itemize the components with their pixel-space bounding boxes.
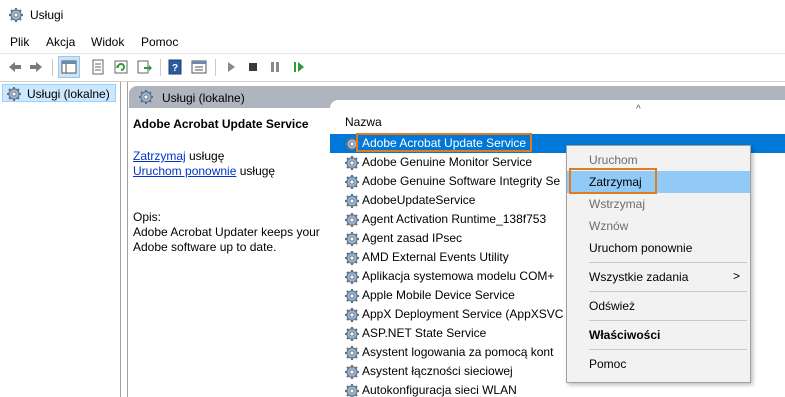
service-name: AppX Deployment Service (AppXSVC xyxy=(362,307,564,321)
menu-widok[interactable]: Widok xyxy=(91,35,124,49)
gear-icon xyxy=(344,345,360,361)
menu-item-resume[interactable]: Wznów xyxy=(567,215,750,237)
menu-item-restart[interactable]: Uruchom ponownie xyxy=(567,237,750,259)
stop-item-highlight xyxy=(569,168,657,194)
stop-icon[interactable] xyxy=(244,58,262,76)
column-header-name[interactable]: ^ Nazwa xyxy=(330,100,785,132)
toolbar-separator xyxy=(52,59,53,76)
refresh-icon[interactable] xyxy=(112,58,130,76)
restart-service-suffix: usługę xyxy=(236,164,276,178)
menu-item-label: Wszystkie zadania xyxy=(589,270,689,284)
submenu-arrow-icon: > xyxy=(732,269,740,283)
menu-item-label: Uruchom ponownie xyxy=(589,241,693,255)
service-name: Agent Activation Runtime_138f753 xyxy=(362,212,547,226)
services-app-icon xyxy=(8,7,24,23)
gear-icon xyxy=(344,193,360,209)
menu-item-label: Uruchom xyxy=(589,153,638,167)
menu-item-help[interactable]: Pomoc xyxy=(567,353,750,375)
help-icon[interactable]: ? xyxy=(166,58,184,76)
service-name: AdobeUpdateService xyxy=(362,193,476,207)
menu-item-label: Odśwież xyxy=(589,299,636,313)
column-header-label: Nazwa xyxy=(345,115,382,129)
gear-icon xyxy=(344,155,360,171)
menu-bar: Plik Akcja Widok Pomoc xyxy=(0,31,785,53)
properties-icon[interactable] xyxy=(89,58,107,76)
gear-icon xyxy=(344,307,360,323)
resume-icon[interactable] xyxy=(290,58,308,76)
console-tree-icon[interactable] xyxy=(58,56,80,78)
toolbar-separator xyxy=(215,59,216,76)
selected-service-name: Adobe Acrobat Update Service xyxy=(133,117,309,131)
gear-icon xyxy=(6,86,22,102)
menu-separator xyxy=(589,262,747,263)
menu-plik[interactable]: Plik xyxy=(10,35,29,49)
description-text: Adobe Acrobat Updater keeps your Adobe s… xyxy=(133,225,320,254)
restart-service-link[interactable]: Uruchom ponownie xyxy=(133,164,236,178)
gear-icon xyxy=(344,231,360,247)
menu-item-pause[interactable]: Wstrzymaj xyxy=(567,193,750,215)
service-name: Autokonfiguracja sieci WLAN xyxy=(362,383,517,397)
menu-item-label: Właściwości xyxy=(589,328,661,342)
forward-icon[interactable] xyxy=(27,58,45,76)
gear-icon xyxy=(344,250,360,266)
service-name: Asystent logowania za pomocą kont xyxy=(362,345,554,359)
menu-item-label: Wstrzymaj xyxy=(589,197,645,211)
pause-icon[interactable] xyxy=(266,58,284,76)
export-icon[interactable] xyxy=(135,58,153,76)
service-name: Apple Mobile Device Service xyxy=(362,288,515,302)
window-title: Usługi xyxy=(30,8,64,22)
tree-item-label: Usługi (lokalne) xyxy=(27,87,110,101)
service-name: Adobe Genuine Monitor Service xyxy=(362,155,533,169)
selected-row-highlight xyxy=(356,133,532,152)
toolbar-separator xyxy=(160,59,161,76)
menu-item-properties[interactable]: Właściwości xyxy=(567,324,750,346)
restart-service-line: Uruchom ponownie usługę xyxy=(133,164,275,178)
menu-item-label: Wznów xyxy=(589,219,629,233)
gear-icon xyxy=(344,364,360,380)
toolbar: ? xyxy=(0,53,785,82)
services-header-title: Usługi (lokalne) xyxy=(162,91,245,105)
service-name: ASP.NET State Service xyxy=(362,326,487,340)
sort-caret-icon: ^ xyxy=(636,104,641,115)
menu-item-refresh[interactable]: Odśwież xyxy=(567,295,750,317)
title-bar: Usługi xyxy=(0,0,785,31)
service-name: Agent zasad IPsec xyxy=(362,231,463,245)
gear-icon xyxy=(344,326,360,342)
menu-separator xyxy=(589,291,747,292)
console-tree: Usługi (lokalne) xyxy=(0,82,121,397)
service-row[interactable]: Autokonfiguracja sieci WLAN xyxy=(330,381,785,397)
stop-service-line: Zatrzymaj usługę xyxy=(133,149,224,163)
menu-item-all-tasks[interactable]: Wszystkie zadania > xyxy=(567,266,750,288)
menu-pomoc[interactable]: Pomoc xyxy=(141,35,178,49)
svg-text:?: ? xyxy=(172,63,178,74)
gear-icon xyxy=(344,212,360,228)
menu-item-label: Pomoc xyxy=(589,357,627,371)
gear-icon xyxy=(344,383,360,397)
menu-separator xyxy=(589,349,747,350)
gear-icon xyxy=(344,288,360,304)
gear-icon xyxy=(344,174,360,190)
start-icon[interactable] xyxy=(222,58,240,76)
service-name: AMD External Events Utility xyxy=(362,250,509,264)
service-description: Opis: Adobe Acrobat Updater keeps your A… xyxy=(133,210,329,255)
service-name: Adobe Genuine Software Integrity Se xyxy=(362,174,561,188)
description-panel: Adobe Acrobat Update Service Zatrzymaj u… xyxy=(130,108,330,397)
gear-icon xyxy=(344,269,360,285)
menu-akcja[interactable]: Akcja xyxy=(46,35,75,49)
service-name: Asystent łączności sieciowej xyxy=(362,364,513,378)
tree-item-services-local[interactable]: Usługi (lokalne) xyxy=(2,84,116,102)
menu-separator xyxy=(589,320,747,321)
stop-service-link[interactable]: Zatrzymaj xyxy=(133,149,186,163)
description-label: Opis: xyxy=(133,210,162,224)
back-icon[interactable] xyxy=(6,58,24,76)
view-icon[interactable] xyxy=(190,58,208,76)
stop-service-suffix: usługę xyxy=(185,149,225,163)
gear-icon xyxy=(138,89,154,105)
service-name: Aplikacja systemowa modelu COM+ xyxy=(362,269,555,283)
